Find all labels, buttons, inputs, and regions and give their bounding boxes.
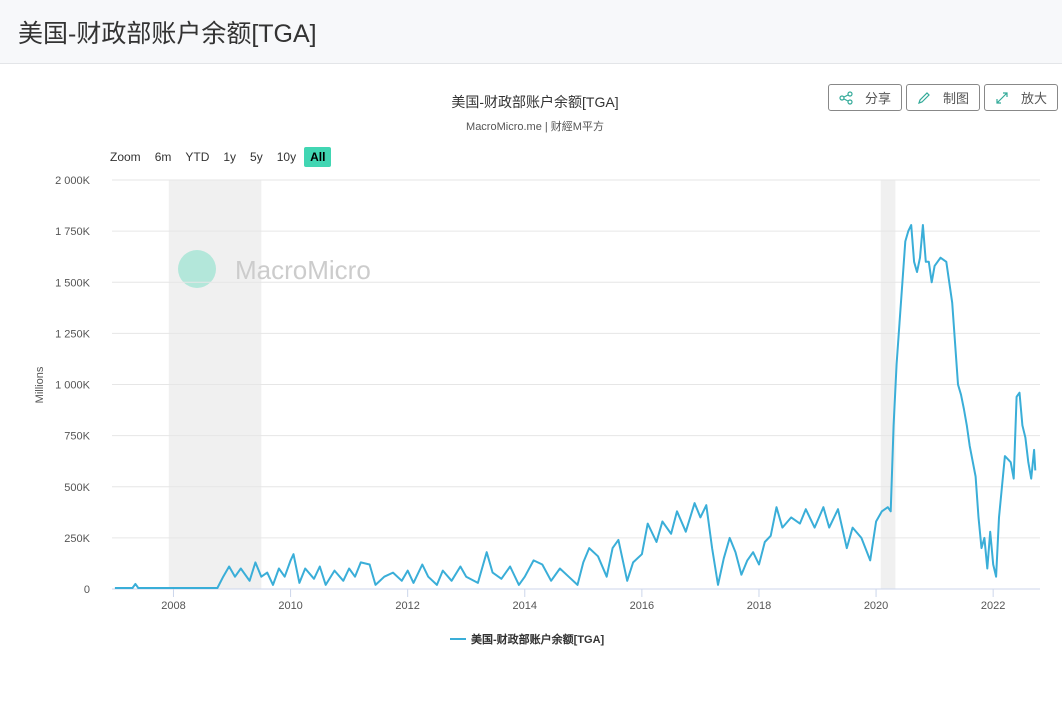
x-tick-label: 2018 [747,600,771,612]
x-tick-label: 2014 [513,600,537,612]
y-tick-label: 750K [64,431,90,443]
x-tick-label: 2016 [630,600,654,612]
y-tick-label: 1 250K [55,328,91,340]
y-tick-label: 2 000K [55,175,91,187]
y-axis-label: Millions [34,366,46,403]
y-tick-label: 1 500K [55,277,91,289]
x-tick-label: 2012 [395,600,419,612]
y-tick-label: 0 [84,584,90,596]
legend-label: 美国-财政部账户余额[TGA] [471,634,605,646]
y-tick-label: 1 000K [55,380,91,392]
x-tick-label: 2020 [864,600,888,612]
legend-line-icon [450,638,466,640]
y-tick-label: 1 750K [55,226,91,238]
legend-item[interactable]: 美国-财政部账户余额[TGA] [450,631,604,647]
watermark-text: MacroMicro [235,255,371,285]
x-tick-label: 2022 [981,600,1005,612]
x-tick-label: 2010 [278,600,302,612]
y-tick-label: 250K [64,533,90,545]
y-tick-label: 500K [64,482,90,494]
chart-area: MacroMicro 0 250K 500K 750K 1 000K 1 250K 1 500… [34,175,1040,612]
x-tick-label: 2008 [161,600,185,612]
